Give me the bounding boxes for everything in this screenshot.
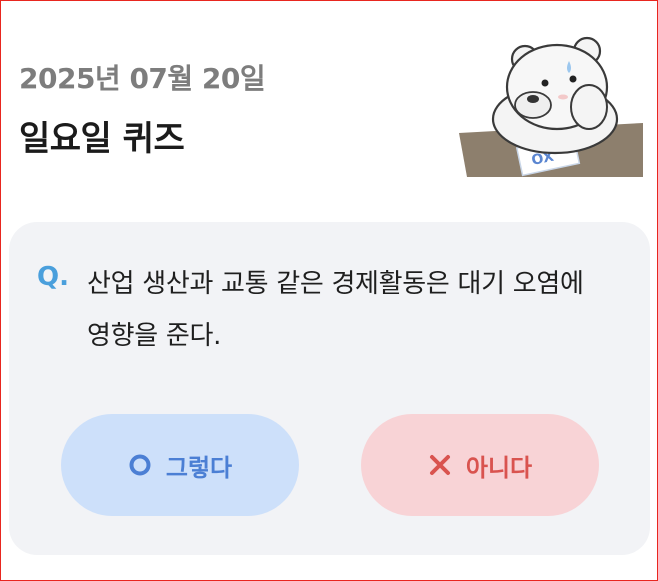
circle-o-icon <box>129 454 151 476</box>
question-text: 산업 생산과 교통 같은 경제활동은 대기 오염에 영향을 준다. <box>87 269 584 351</box>
answer-yes-button[interactable]: 그렇다 <box>61 414 299 516</box>
answer-no-button[interactable]: 아니다 <box>361 414 599 516</box>
question-label: Q. <box>37 262 69 292</box>
bear-mascot-icon: OX <box>459 36 643 177</box>
quiz-screen: 2025년 07월 20일 일요일 퀴즈 OX Q. 산업 생산과 교통 같은 … <box>0 0 658 581</box>
page-title: 일요일 퀴즈 <box>19 119 185 159</box>
x-mark-icon <box>429 455 450 475</box>
quiz-date: 2025년 07월 20일 <box>19 62 266 95</box>
quiz-card: Q. 산업 생산과 교통 같은 경제활동은 대기 오염에 영향을 준다. 그렇다… <box>9 222 650 555</box>
answer-yes-label: 그렇다 <box>165 453 233 482</box>
answer-no-label: 아니다 <box>465 453 533 482</box>
